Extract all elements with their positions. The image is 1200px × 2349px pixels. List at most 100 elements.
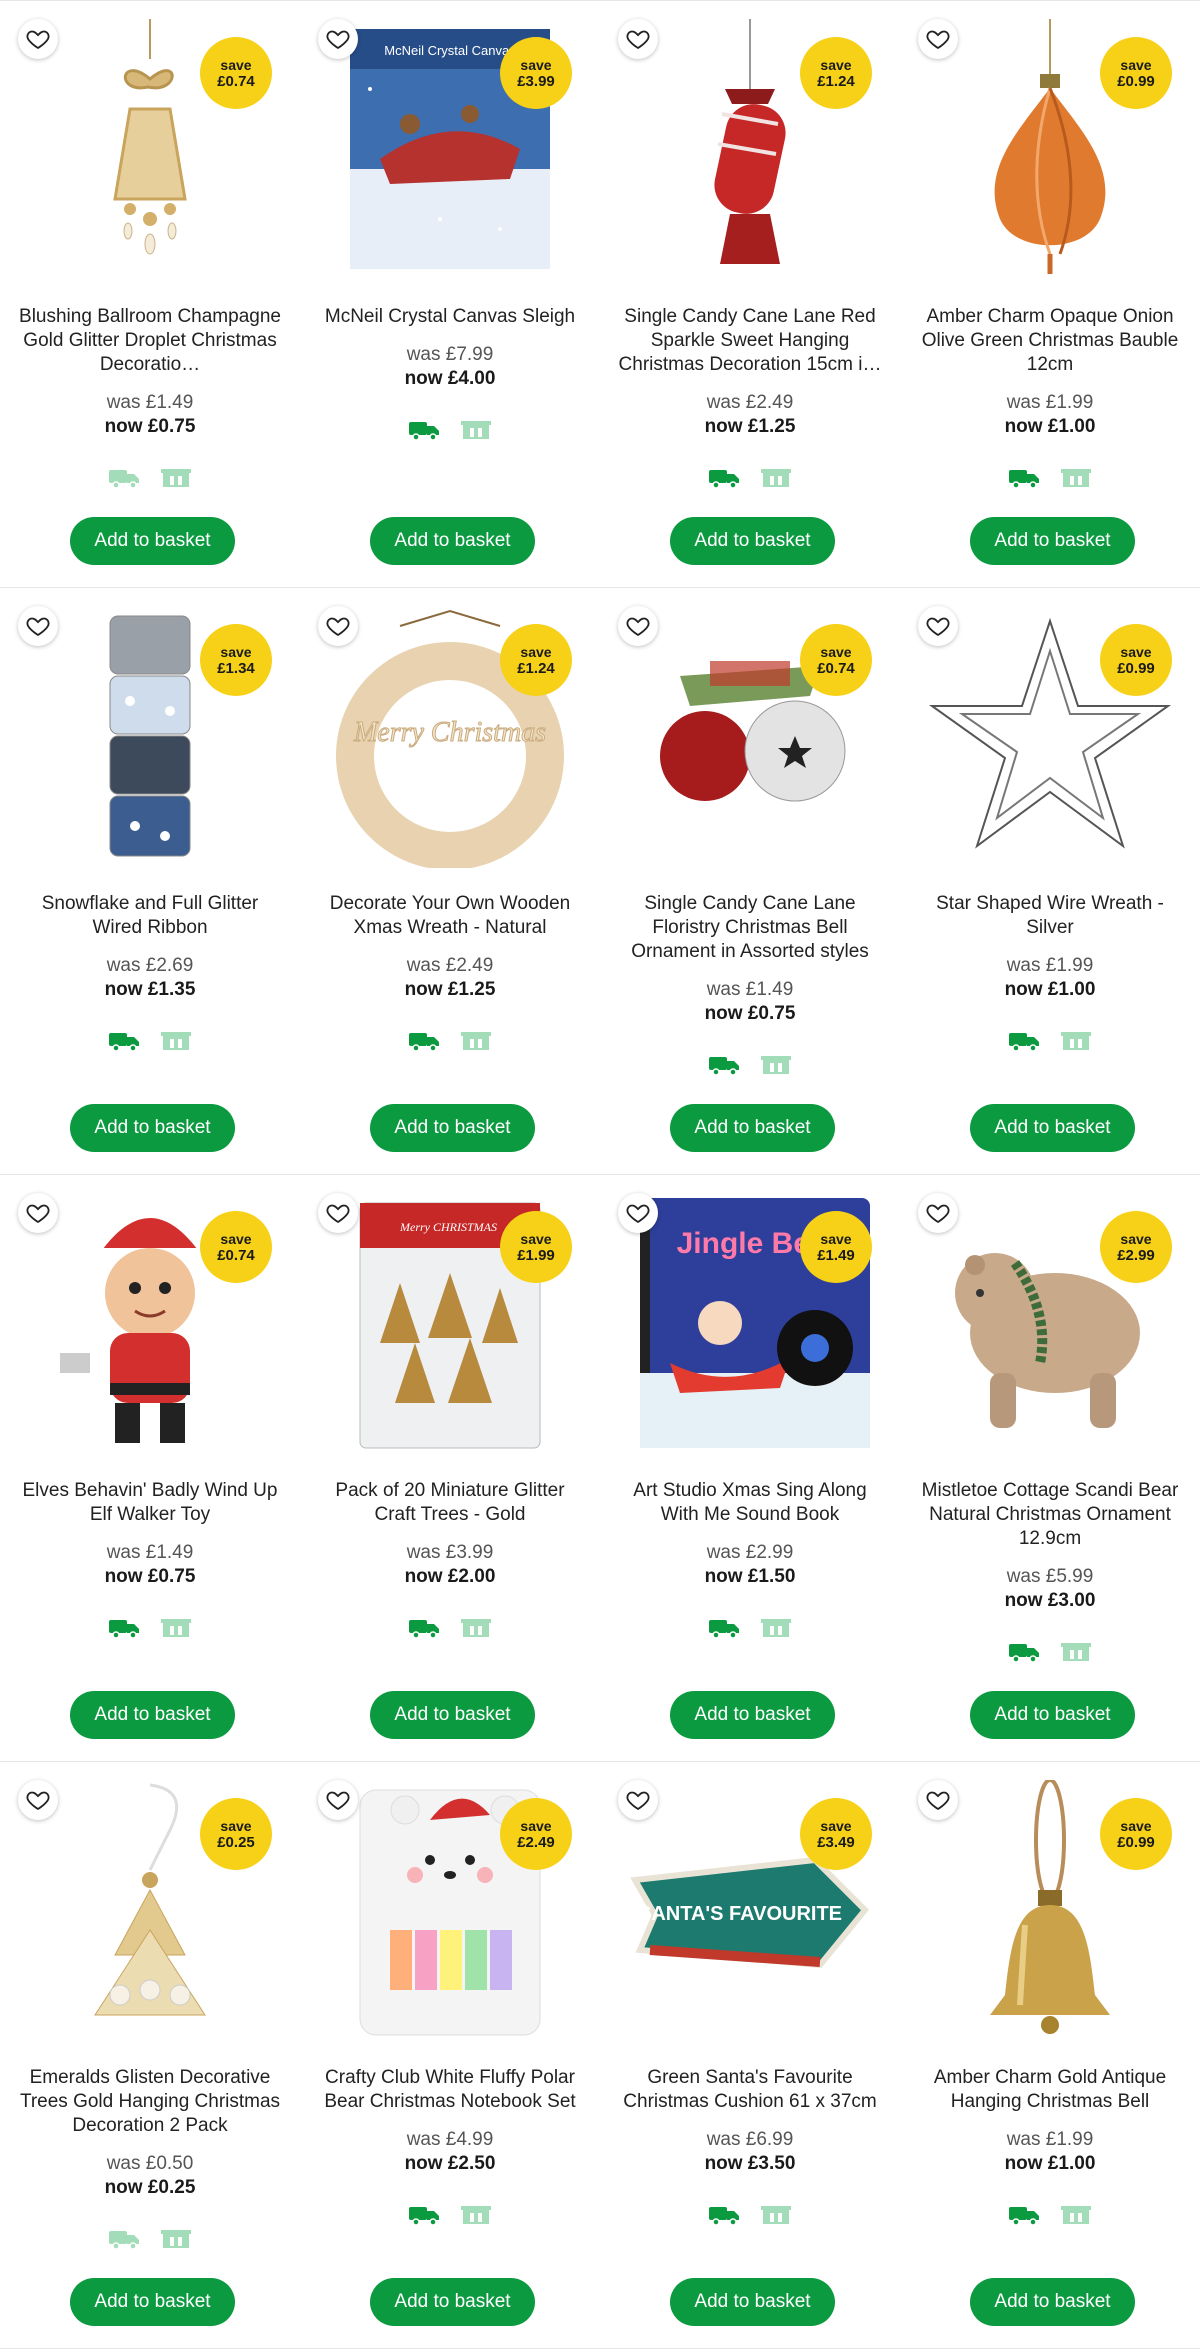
add-to-basket-button[interactable]: Add to basket [370, 1104, 535, 1152]
add-to-basket-button[interactable]: Add to basket [970, 1691, 1135, 1739]
product-title[interactable]: Crafty Club White Fluffy Polar Bear Chri… [318, 2066, 582, 2114]
favourite-heart-icon[interactable] [18, 1193, 58, 1233]
product-title[interactable]: Amber Charm Opaque Onion Olive Green Chr… [918, 305, 1182, 377]
favourite-heart-icon[interactable] [618, 606, 658, 646]
click-and-collect-icon [460, 419, 492, 441]
price-block: was £1.99 now £1.00 [900, 2128, 1200, 2176]
add-to-basket-button[interactable]: Add to basket [670, 517, 835, 565]
save-label: save [220, 643, 252, 660]
product-card[interactable]: save £1.24 Single Candy Cane Lane Red Sp… [600, 1, 900, 587]
product-title[interactable]: Elves Behavin' Badly Wind Up Elf Walker … [18, 1479, 282, 1527]
product-title[interactable]: Mistletoe Cottage Scandi Bear Natural Ch… [918, 1479, 1182, 1551]
product-card[interactable]: save £2.49 Crafty Club White Fluffy Pola… [300, 1762, 600, 2348]
save-badge: save £0.25 [200, 1798, 272, 1870]
product-card[interactable]: save £2.99 Mistletoe Cottage Scandi Bear… [900, 1175, 1200, 1761]
click-and-collect-icon [160, 467, 192, 489]
save-label: save [1120, 56, 1152, 73]
save-badge: save £2.99 [1100, 1211, 1172, 1283]
product-card[interactable]: save £0.25 Emeralds Glisten Decorative T… [0, 1762, 300, 2348]
product-card[interactable]: Jingle Bells save £1.49 Art Studio Xmas … [600, 1175, 900, 1761]
save-badge: save £0.99 [1100, 1798, 1172, 1870]
click-and-collect-icon [160, 2228, 192, 2250]
delivery-truck-icon [408, 1030, 440, 1052]
product-title[interactable]: Emeralds Glisten Decorative Trees Gold H… [18, 2066, 282, 2138]
product-title[interactable]: Green Santa's Favourite Christmas Cushio… [618, 2066, 882, 2114]
fulfilment-icons [300, 419, 600, 441]
add-to-basket-button[interactable]: Add to basket [370, 2278, 535, 2326]
product-title[interactable]: Snowflake and Full Glitter Wired Ribbon [18, 892, 282, 940]
click-and-collect-icon [460, 1617, 492, 1639]
favourite-heart-icon[interactable] [318, 1780, 358, 1820]
save-amount: £0.99 [1117, 72, 1155, 90]
price-block: was £1.49 now £0.75 [0, 391, 300, 439]
favourite-heart-icon[interactable] [318, 19, 358, 59]
favourite-heart-icon[interactable] [18, 19, 58, 59]
click-and-collect-icon [460, 2204, 492, 2226]
add-to-basket-button[interactable]: Add to basket [370, 1691, 535, 1739]
click-and-collect-icon [460, 1030, 492, 1052]
add-to-basket-button[interactable]: Add to basket [370, 517, 535, 565]
product-card[interactable]: save £0.74 Single Candy Cane Lane Floris… [600, 588, 900, 1174]
save-label: save [1120, 1230, 1152, 1247]
delivery-truck-icon [108, 467, 140, 489]
favourite-heart-icon[interactable] [318, 1193, 358, 1233]
product-card[interactable]: save £0.99 Star Shaped Wire Wreath - Sil… [900, 588, 1200, 1174]
product-title[interactable]: Art Studio Xmas Sing Along With Me Sound… [618, 1479, 882, 1527]
favourite-heart-icon[interactable] [918, 606, 958, 646]
favourite-heart-icon[interactable] [618, 1193, 658, 1233]
add-to-basket-button[interactable]: Add to basket [670, 2278, 835, 2326]
product-title[interactable]: McNeil Crystal Canvas Sleigh [318, 305, 582, 329]
product-title[interactable]: Single Candy Cane Lane Floristry Christm… [618, 892, 882, 964]
favourite-heart-icon[interactable] [18, 606, 58, 646]
favourite-heart-icon[interactable] [918, 1193, 958, 1233]
favourite-heart-icon[interactable] [318, 606, 358, 646]
save-amount: £1.99 [517, 1246, 555, 1264]
product-card[interactable]: save £1.34 Snowflake and Full Glitter Wi… [0, 588, 300, 1174]
favourite-heart-icon[interactable] [618, 1780, 658, 1820]
add-to-basket-button[interactable]: Add to basket [970, 517, 1135, 565]
fulfilment-icons [900, 1030, 1200, 1052]
product-row: save £0.74 Elves Behavin' Badly Wind Up … [0, 1175, 1200, 1762]
add-to-basket-button[interactable]: Add to basket [970, 2278, 1135, 2326]
product-card[interactable]: SANTA'S FAVOURITE save £3.49 Green Santa… [600, 1762, 900, 2348]
product-card[interactable]: Merry Christmas save £1.24 Decorate Your… [300, 588, 600, 1174]
price-block: was £2.49 now £1.25 [600, 391, 900, 439]
delivery-truck-icon [408, 419, 440, 441]
add-to-basket-button[interactable]: Add to basket [70, 1691, 235, 1739]
delivery-truck-icon [708, 2204, 740, 2226]
product-title[interactable]: Decorate Your Own Wooden Xmas Wreath - N… [318, 892, 582, 940]
product-card[interactable]: save £0.74 Blushing Ballroom Champagne G… [0, 1, 300, 587]
product-title[interactable]: Blushing Ballroom Champagne Gold Glitter… [18, 305, 282, 377]
delivery-truck-icon [708, 467, 740, 489]
product-card[interactable]: Merry CHRISTMAS save £1.99 Pack of 20 Mi… [300, 1175, 600, 1761]
product-title[interactable]: Single Candy Cane Lane Red Sparkle Sweet… [618, 305, 882, 377]
favourite-heart-icon[interactable] [618, 19, 658, 59]
add-to-basket-button[interactable]: Add to basket [970, 1104, 1135, 1152]
product-grid: save £0.74 Blushing Ballroom Champagne G… [0, 0, 1200, 2349]
product-card[interactable]: McNeil Crystal Canvas save £3.99 McNeil … [300, 1, 600, 587]
product-title[interactable]: Amber Charm Gold Antique Hanging Christm… [918, 2066, 1182, 2114]
favourite-heart-icon[interactable] [918, 1780, 958, 1820]
delivery-truck-icon [408, 2204, 440, 2226]
product-card[interactable]: save £0.74 Elves Behavin' Badly Wind Up … [0, 1175, 300, 1761]
add-to-basket-button[interactable]: Add to basket [670, 1691, 835, 1739]
now-price: now £3.00 [1004, 1590, 1096, 1611]
click-and-collect-icon [160, 1617, 192, 1639]
favourite-heart-icon[interactable] [918, 19, 958, 59]
fulfilment-icons [0, 2228, 300, 2250]
save-label: save [520, 56, 552, 73]
add-to-basket-button[interactable]: Add to basket [70, 1104, 235, 1152]
was-price: was £2.69 [106, 955, 194, 976]
product-card[interactable]: save £0.99 Amber Charm Opaque Onion Oliv… [900, 1, 1200, 587]
product-row: save £0.74 Blushing Ballroom Champagne G… [0, 1, 1200, 588]
add-to-basket-button[interactable]: Add to basket [70, 517, 235, 565]
save-label: save [220, 1817, 252, 1834]
add-to-basket-button[interactable]: Add to basket [70, 2278, 235, 2326]
click-and-collect-icon [760, 1617, 792, 1639]
favourite-heart-icon[interactable] [18, 1780, 58, 1820]
fulfilment-icons [0, 1030, 300, 1052]
product-title[interactable]: Pack of 20 Miniature Glitter Craft Trees… [318, 1479, 582, 1527]
product-card[interactable]: save £0.99 Amber Charm Gold Antique Hang… [900, 1762, 1200, 2348]
product-title[interactable]: Star Shaped Wire Wreath - Silver [918, 892, 1182, 940]
add-to-basket-button[interactable]: Add to basket [670, 1104, 835, 1152]
